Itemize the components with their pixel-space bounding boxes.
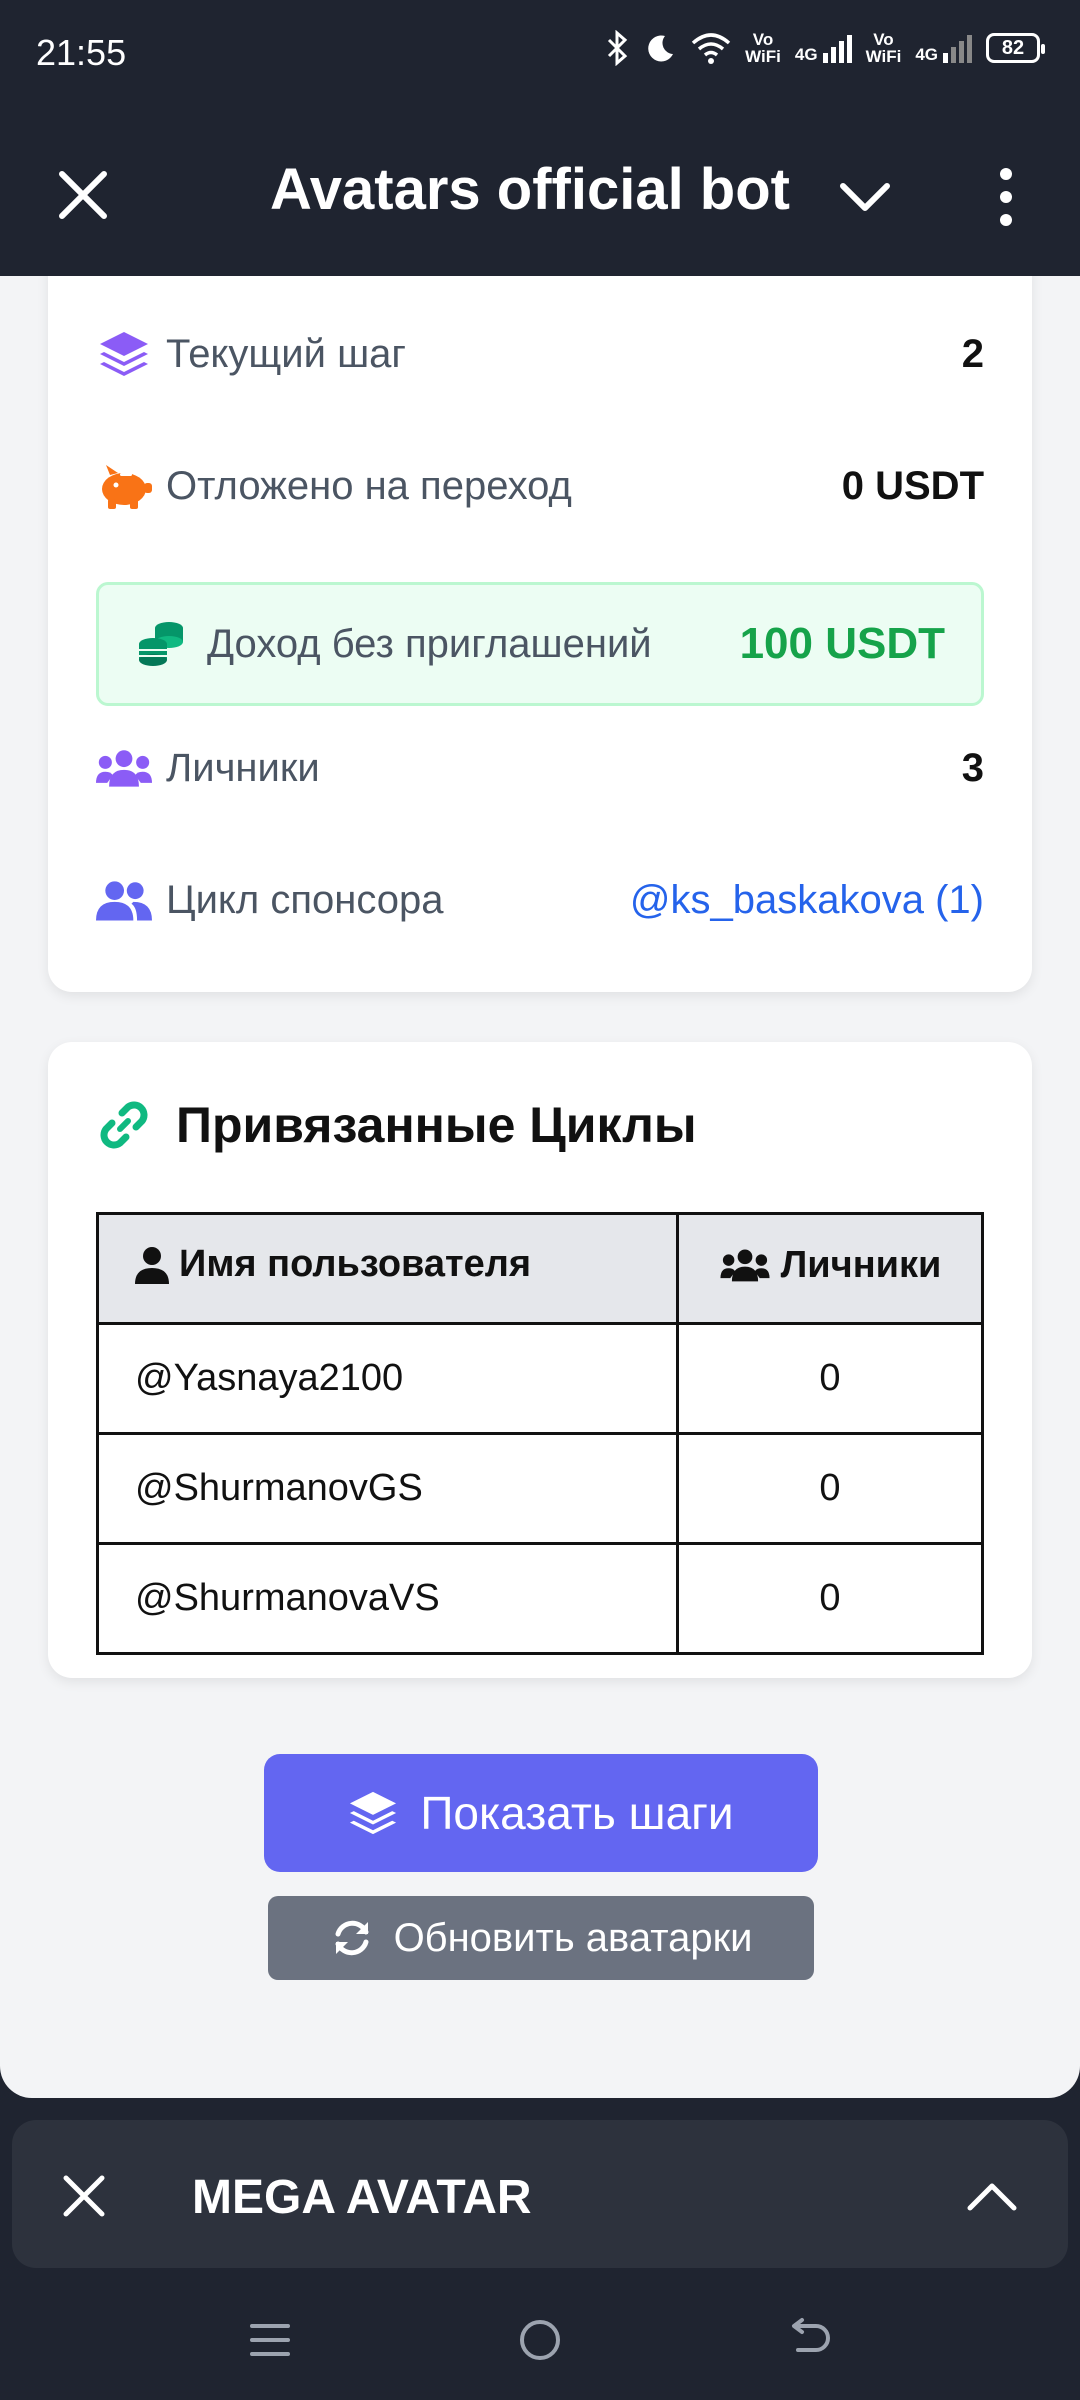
link-icon <box>96 1097 152 1153</box>
table-row: @Yasnaya2100 0 <box>96 1322 984 1435</box>
recent-apps-icon[interactable] <box>242 2312 298 2368</box>
users-icon <box>720 1249 770 1282</box>
deferred-value: 0 USDT <box>841 463 984 508</box>
system-nav-bar <box>0 2268 1080 2400</box>
status-time: 21:55 <box>36 32 127 73</box>
home-icon[interactable] <box>512 2312 568 2368</box>
current-step-label: Текущий шаг <box>166 331 407 376</box>
income-label: Доход без приглашений <box>207 621 652 666</box>
signal-icon-1: 4G <box>795 33 852 63</box>
column-header-user: Имя пользователя <box>96 1212 679 1325</box>
linked-cycles-table: Имя пользователя Личники @Yasnaya2100 0 <box>96 1212 984 1655</box>
table-row: @ShurmanovaVS 0 <box>96 1542 984 1655</box>
wifi-icon <box>691 33 731 64</box>
mini-app-bar[interactable]: MEGA AVATAR <box>12 2120 1068 2268</box>
refresh-avatars-button[interactable]: Обновить аватарки <box>268 1896 814 1980</box>
chevron-up-icon[interactable] <box>964 2168 1020 2224</box>
moon-icon <box>648 35 674 62</box>
show-steps-label: Показать шаги <box>420 1787 734 1839</box>
income-box: Доход без приглашений 100 USDT <box>96 582 984 706</box>
chevron-down-icon[interactable] <box>835 168 895 228</box>
cell-personal: 0 <box>676 1322 984 1435</box>
table-row: @ShurmanovGS 0 <box>96 1432 984 1545</box>
show-steps-button[interactable]: Показать шаги <box>264 1754 818 1872</box>
cell-personal: 0 <box>676 1542 984 1655</box>
vowifi-label-1: Vo WiFi <box>745 30 781 66</box>
personal-row: Личники 3 <box>96 728 984 808</box>
vowifi-label-2: Vo WiFi <box>865 30 902 66</box>
users-icon <box>96 740 152 796</box>
cell-user: @Yasnaya2100 <box>96 1322 679 1435</box>
webview-content[interactable]: Текущий шаг 2 Отложено на переход 0 USDT… <box>0 276 1080 2098</box>
layers-icon <box>96 326 152 382</box>
cell-personal: 0 <box>676 1432 984 1545</box>
app-header: Avatars official bot <box>0 110 1080 276</box>
linked-cycles-card: Привязанные Циклы Имя пользователя Лични… <box>48 1042 1032 1678</box>
sponsor-label: Цикл спонсора <box>166 877 444 922</box>
close-icon[interactable] <box>60 2172 108 2220</box>
current-step-value: 2 <box>961 331 984 376</box>
refresh-icon <box>335 1920 369 1956</box>
back-icon[interactable] <box>782 2312 838 2368</box>
page-title: Avatars official bot <box>270 157 790 222</box>
status-icons: Vo WiFi 4G Vo WiFi 4G 82 <box>605 30 1045 66</box>
sponsor-link[interactable]: @ks_baskakova (1) <box>630 878 984 923</box>
bluetooth-icon <box>608 30 628 66</box>
signal-icon-2: 4G <box>915 33 972 63</box>
table-header-row: Имя пользователя Личники <box>96 1212 984 1325</box>
deferred-row: Отложено на переход 0 USDT <box>96 446 984 526</box>
column-header-personal: Личники <box>676 1212 984 1325</box>
personal-value: 3 <box>961 745 984 790</box>
refresh-avatars-label: Обновить аватарки <box>393 1915 753 1960</box>
cell-user: @ShurmanovGS <box>96 1432 679 1545</box>
sponsor-row: Цикл спонсора @ks_baskakova (1) <box>96 860 984 940</box>
status-bar: 21:55 Vo WiFi 4G Vo WiFi 4G 82 <box>0 0 1080 110</box>
linked-cycles-title: Привязанные Циклы <box>96 1096 697 1154</box>
stats-card: Текущий шаг 2 Отложено на переход 0 USDT… <box>48 276 1032 992</box>
personal-label: Личники <box>166 745 320 790</box>
piggy-bank-icon <box>96 458 152 514</box>
mini-app-title: MEGA AVATAR <box>192 2171 532 2224</box>
user-icon <box>135 1246 169 1284</box>
more-menu-icon[interactable] <box>986 162 1026 232</box>
current-step-row: Текущий шаг 2 <box>96 314 984 394</box>
user-group-icon <box>96 872 152 928</box>
battery-icon: 82 <box>986 33 1045 63</box>
income-value: 100 USDT <box>739 619 945 668</box>
deferred-label: Отложено на переход <box>166 463 572 508</box>
layers-icon <box>350 1791 397 1835</box>
cell-user: @ShurmanovaVS <box>96 1542 679 1655</box>
coins-icon <box>135 616 187 673</box>
